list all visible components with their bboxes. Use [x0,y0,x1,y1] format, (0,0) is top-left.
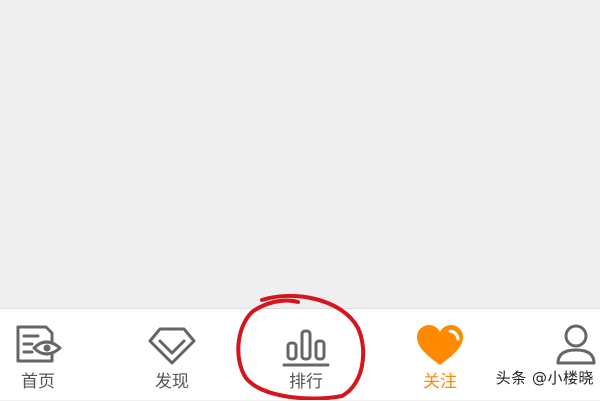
tab-follow[interactable]: 关注 [385,309,495,401]
bar-chart-icon [280,323,332,367]
tab-discover[interactable]: 发现 [117,309,227,401]
tab-follow-label: 关注 [423,372,457,392]
diamond-icon [146,323,198,367]
user-icon [550,323,600,367]
tab-rank-label: 排行 [289,372,323,392]
home-eye-icon [12,323,64,367]
heart-icon [414,323,466,367]
tab-rank[interactable]: 排行 [251,309,361,401]
watermark: 头条 @小楼晓 [495,369,594,387]
tab-home-label: 首页 [21,372,55,392]
tab-home[interactable]: 首页 [0,309,93,401]
content-area [0,0,600,308]
tab-discover-label: 发现 [155,372,189,392]
